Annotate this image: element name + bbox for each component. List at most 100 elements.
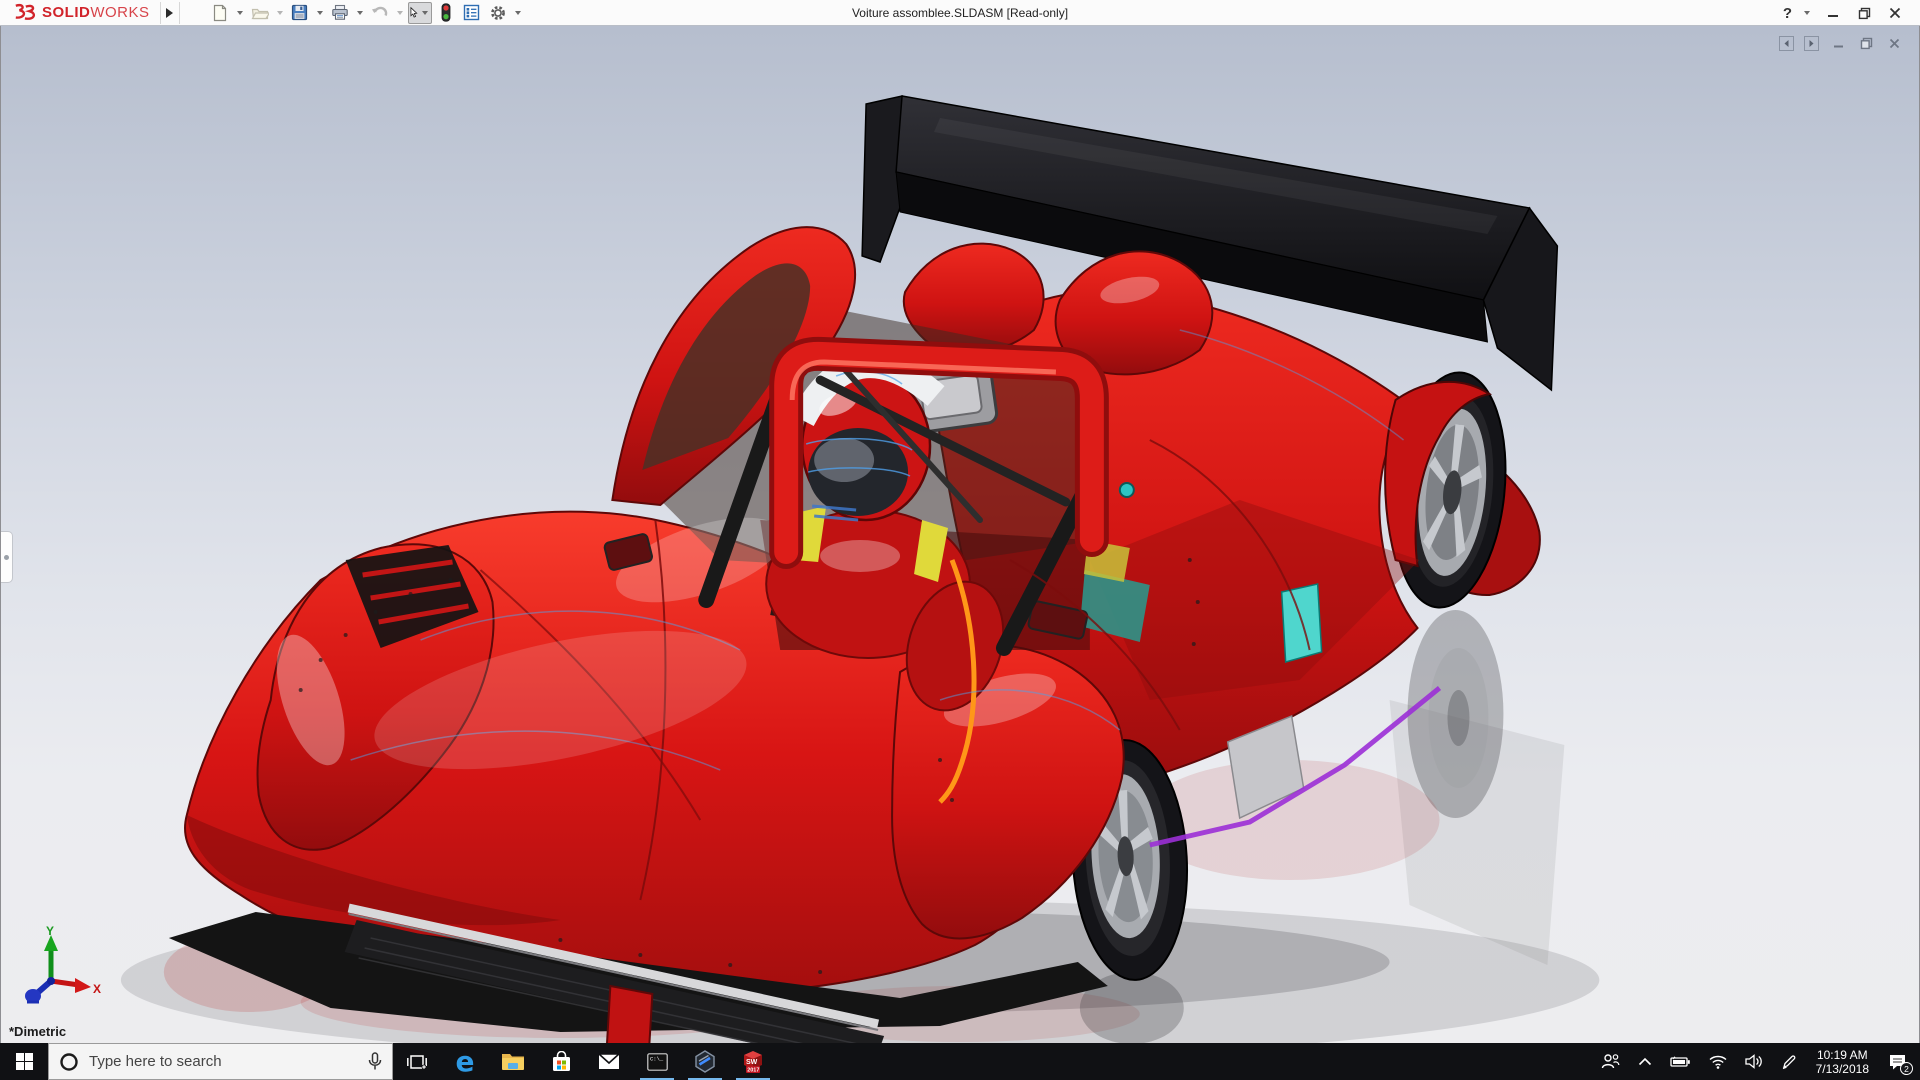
app-titlebar: SOLID WORKS Voiture assomblee.SLDASM [Re… [0, 0, 1920, 26]
taskbar-item-hexagon-app[interactable] [681, 1043, 729, 1080]
traffic-light-icon [441, 3, 450, 22]
taskbar-item-mail[interactable] [585, 1043, 633, 1080]
battery-button[interactable] [1663, 1043, 1698, 1080]
logo-text-bold: SOLID [42, 4, 91, 21]
window-title: Voiture assomblee.SLDASM [Read-only] [851, 6, 1069, 20]
toolbar-flyout-button[interactable] [159, 1, 180, 24]
triad-y-label: Y [46, 925, 54, 938]
featuremanager-collapsed-tab[interactable] [1, 531, 13, 583]
display-pane-button[interactable] [460, 2, 484, 24]
edge-icon: e [455, 1044, 475, 1078]
restore-document-icon [1860, 37, 1872, 50]
help-dropdown[interactable] [1804, 11, 1810, 15]
arrow-left-icon [1784, 40, 1789, 47]
open-dropdown[interactable] [276, 10, 283, 15]
model-render[interactable] [1, 26, 1919, 1043]
restore-button[interactable] [1853, 3, 1875, 23]
solidworks-logo-icon [15, 3, 36, 20]
help-button[interactable]: ? [1783, 5, 1792, 22]
wifi-icon [1709, 1055, 1727, 1069]
solidworks-app-icon: SW 2017 [744, 1051, 762, 1074]
clock[interactable]: 10:19 AM 7/13/2018 [1808, 1048, 1877, 1076]
print-icon [331, 4, 348, 20]
print-dropdown[interactable] [356, 10, 363, 15]
options-gear-icon [490, 5, 505, 20]
next-window-button[interactable] [1804, 36, 1819, 51]
main-toolbar [208, 1, 524, 24]
triad-x-label: X [93, 982, 101, 996]
microphone-icon[interactable] [368, 1052, 382, 1071]
options-button[interactable] [486, 2, 510, 24]
close-document-icon [1889, 38, 1899, 49]
battery-icon [1669, 1055, 1690, 1067]
close-button[interactable] [1884, 3, 1906, 23]
open-folder-icon [251, 8, 269, 19]
view-orientation-label: *Dimetric [9, 1024, 67, 1039]
desktop: SOLID WORKS Voiture assomblee.SLDASM [Re… [0, 0, 1920, 1080]
network-button[interactable] [1702, 1043, 1734, 1080]
select-button[interactable] [407, 1, 432, 24]
document-window-controls [1779, 36, 1903, 51]
action-center-button[interactable]: 2 [1881, 1043, 1914, 1080]
new-document-dropdown[interactable] [236, 10, 243, 15]
minimize-document-icon [1833, 45, 1843, 48]
rebuild-button[interactable] [434, 2, 458, 24]
select-cursor-icon [410, 6, 418, 18]
task-view-icon [407, 1054, 427, 1069]
windows-logo-icon [15, 1053, 33, 1070]
new-document-icon [213, 4, 226, 21]
save-dropdown[interactable] [316, 10, 323, 15]
volume-icon [1744, 1054, 1762, 1069]
minimize-document-button[interactable] [1829, 36, 1847, 51]
command-prompt-icon: C:\_ [646, 1052, 668, 1071]
start-button[interactable] [0, 1043, 48, 1080]
task-view-button[interactable] [393, 1043, 441, 1080]
open-button[interactable] [248, 2, 272, 24]
restore-document-button[interactable] [1857, 36, 1875, 51]
minimize-button[interactable] [1822, 3, 1844, 23]
chevron-up-icon [1638, 1057, 1651, 1066]
close-icon [1889, 7, 1901, 19]
store-icon [552, 1050, 570, 1071]
hidden-icons-button[interactable] [1631, 1043, 1659, 1080]
titlebar-controls: ? [1783, 0, 1906, 26]
print-button[interactable] [328, 2, 352, 24]
logo-text-light: WORKS [90, 4, 150, 21]
taskbar-item-edge[interactable]: e [441, 1043, 489, 1080]
solidworks-logo: SOLID WORKS [0, 0, 156, 26]
model-viewport: Y X *Dimetric [0, 26, 1920, 1043]
volume-button[interactable] [1738, 1043, 1770, 1080]
undo-dropdown[interactable] [396, 10, 403, 15]
system-tray: 10:19 AM 7/13/2018 2 [1594, 1043, 1920, 1080]
taskbar-search[interactable] [48, 1043, 393, 1080]
search-input[interactable] [89, 1053, 358, 1070]
pen-icon [1782, 1054, 1796, 1069]
people-button[interactable] [1594, 1043, 1627, 1080]
display-pane-icon [463, 4, 480, 21]
people-icon [1601, 1054, 1620, 1069]
options-dropdown[interactable] [514, 10, 521, 15]
sw-year: 2017 [747, 1068, 759, 1074]
minimize-icon [1828, 15, 1838, 17]
pen-button[interactable] [1774, 1043, 1804, 1080]
clock-time: 10:19 AM [1816, 1047, 1868, 1062]
undo-button[interactable] [368, 2, 392, 24]
previous-window-button[interactable] [1779, 36, 1794, 51]
file-explorer-icon [502, 1054, 524, 1070]
close-document-button[interactable] [1885, 36, 1903, 51]
taskbar-item-command-prompt[interactable]: C:\_ [633, 1043, 681, 1080]
new-document-button[interactable] [208, 2, 232, 24]
taskbar: e C:\_ [0, 1043, 1920, 1080]
taskbar-item-solidworks[interactable]: SW 2017 [729, 1043, 777, 1080]
notification-badge: 2 [1900, 1062, 1913, 1075]
taskbar-item-store[interactable] [537, 1043, 585, 1080]
mail-icon [598, 1053, 620, 1069]
hexagon-app-icon [695, 1050, 715, 1073]
taskbar-item-file-explorer[interactable] [489, 1043, 537, 1080]
sw-letters: SW [746, 1059, 758, 1066]
save-button[interactable] [288, 2, 312, 24]
clock-date: 7/13/2018 [1815, 1061, 1869, 1076]
select-dropdown[interactable] [421, 10, 428, 15]
featuremanager-tab-dot-icon [4, 554, 9, 560]
undo-icon [371, 6, 387, 16]
